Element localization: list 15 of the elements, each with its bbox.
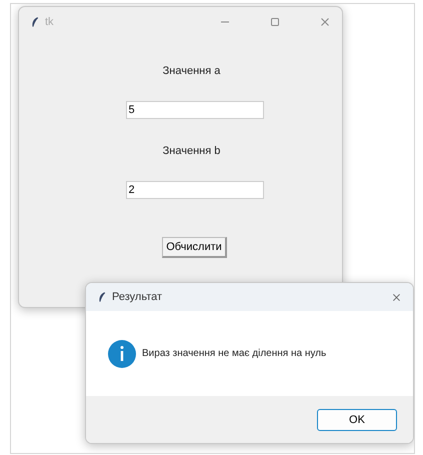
dialog-title: Результат: [112, 291, 162, 303]
value-b-label: Значення b: [162, 145, 220, 157]
feather-icon: [98, 291, 106, 303]
close-icon[interactable]: [320, 17, 330, 27]
ok-button[interactable]: OK: [317, 408, 397, 430]
value-a-label: Значення a: [162, 65, 220, 77]
maximize-icon[interactable]: [270, 17, 280, 27]
value-a-input[interactable]: 5: [126, 101, 264, 119]
feather-icon: [31, 16, 39, 28]
info-icon: [108, 340, 136, 368]
value-b-input[interactable]: 2: [126, 181, 264, 199]
calculate-button[interactable]: Обчислити: [162, 237, 227, 258]
window-title: tk: [45, 16, 54, 28]
dialog-message: Вираз значення не має ділення на нуль: [142, 348, 326, 359]
close-icon[interactable]: [392, 292, 401, 302]
